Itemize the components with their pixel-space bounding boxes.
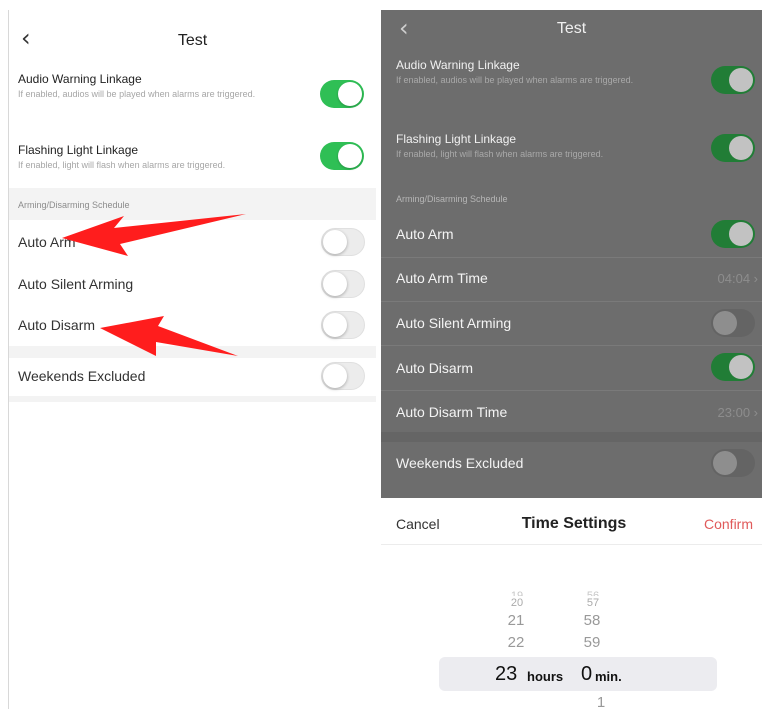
flashing-light-toggle[interactable]	[711, 134, 755, 162]
confirm-button[interactable]: Confirm	[704, 516, 753, 532]
audio-warning-label: Audio Warning Linkage	[396, 58, 520, 72]
minutes-unit-label: min.	[595, 669, 622, 684]
schedule-section-label: Arming/Disarming Schedule	[396, 194, 508, 204]
hour-option: 22	[507, 634, 525, 651]
auto-disarm-toggle[interactable]	[711, 353, 755, 381]
auto-disarm-time-label: Auto Disarm Time	[396, 404, 508, 420]
auto-silent-arming-label: Auto Silent Arming	[396, 315, 512, 331]
auto-silent-arming-label: Auto Silent Arming	[18, 276, 134, 292]
divider	[381, 345, 762, 346]
flashing-light-label: Flashing Light Linkage	[18, 143, 139, 157]
auto-silent-arming-toggle[interactable]	[711, 309, 755, 337]
weekends-excluded-toggle[interactable]	[711, 449, 755, 477]
minute-option: 56	[586, 590, 600, 596]
divider	[381, 257, 762, 258]
auto-disarm-time-value[interactable]: 23:00 ›	[718, 405, 758, 420]
audio-warning-label: Audio Warning Linkage	[18, 72, 142, 86]
auto-disarm-label: Auto Disarm	[18, 317, 96, 333]
auto-disarm-label: Auto Disarm	[396, 360, 474, 376]
dimmed-settings-overlay: ‹ Test Audio Warning Linkage If enabled,…	[381, 10, 762, 498]
minute-option: 1	[596, 694, 606, 709]
settings-screen-right: ‹ Test Audio Warning Linkage If enabled,…	[381, 10, 762, 709]
weekends-excluded-toggle[interactable]	[321, 362, 365, 390]
divider	[381, 301, 762, 302]
nav-header: ‹ Test	[9, 10, 376, 66]
auto-silent-arming-toggle[interactable]	[321, 270, 365, 298]
hour-option: 19	[510, 590, 524, 596]
hours-unit-label: hours	[527, 669, 564, 684]
arrow-shape	[62, 214, 246, 256]
auto-arm-time-value[interactable]: 04:04 ›	[718, 271, 758, 286]
auto-arm-label: Auto Arm	[396, 226, 454, 242]
arrow-shape	[100, 316, 238, 356]
minute-option: 57	[586, 597, 600, 609]
section-bottom-gap	[9, 396, 376, 402]
auto-arm-toggle[interactable]	[321, 228, 365, 256]
flashing-light-label: Flashing Light Linkage	[396, 132, 517, 146]
annotation-arrow-auto-arm	[62, 214, 246, 256]
weekends-excluded-label: Weekends Excluded	[396, 455, 524, 471]
flashing-light-desc: If enabled, light will flash when alarms…	[18, 160, 226, 170]
page-title: Test	[177, 32, 208, 49]
flashing-light-toggle[interactable]	[320, 142, 364, 170]
annotation-arrow-auto-disarm	[100, 316, 238, 356]
selected-hour: 23	[495, 663, 518, 685]
audio-warning-row: Audio Warning Linkage If enabled, audios…	[9, 66, 376, 130]
auto-arm-time-label: Auto Arm Time	[396, 270, 488, 286]
sheet-divider	[381, 544, 762, 545]
audio-warning-desc: If enabled, audios will be played when a…	[396, 75, 634, 85]
selection-highlight	[439, 657, 717, 691]
page-title: Test	[556, 20, 587, 37]
hour-option: 21	[507, 612, 525, 629]
hour-option: 20	[510, 597, 524, 609]
auto-disarm-toggle[interactable]	[321, 311, 365, 339]
audio-warning-toggle[interactable]	[320, 80, 364, 108]
auto-arm-toggle[interactable]	[711, 220, 755, 248]
divider	[381, 390, 762, 391]
flashing-light-row: Flashing Light Linkage If enabled, light…	[9, 134, 376, 186]
minute-option: 59	[583, 634, 601, 651]
audio-warning-toggle[interactable]	[711, 66, 755, 94]
audio-warning-desc: If enabled, audios will be played when a…	[18, 89, 256, 99]
minute-option: 58	[583, 612, 601, 629]
time-settings-sheet: Cancel Time Settings Confirm 19 20 21 22…	[381, 498, 762, 709]
selected-minute: 0	[581, 663, 593, 685]
section-gap	[381, 432, 762, 442]
flashing-light-desc: If enabled, light will flash when alarms…	[396, 149, 604, 159]
